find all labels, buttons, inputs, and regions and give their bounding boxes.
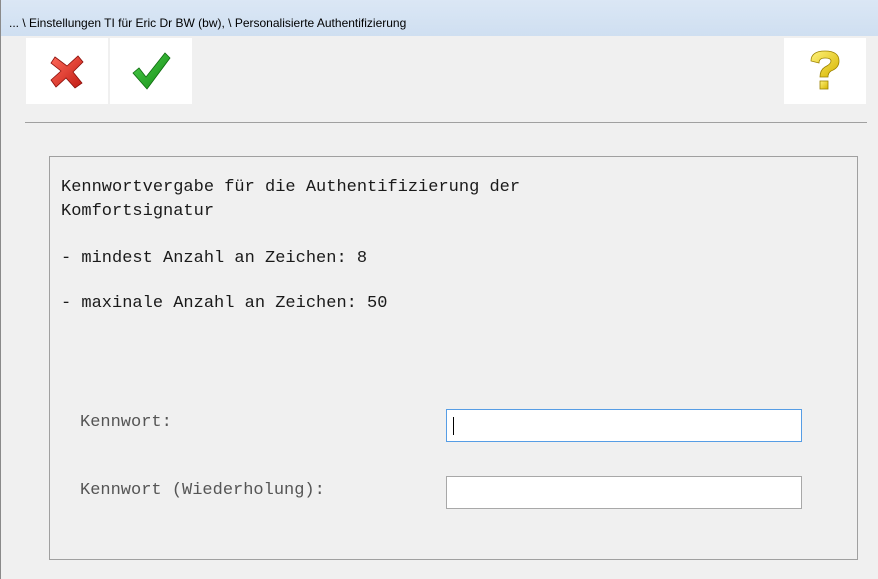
cancel-button[interactable] (26, 38, 108, 104)
title-bar: ... \ Einstellungen TI für Eric Dr BW (b… (1, 0, 878, 36)
dialog-window: ... \ Einstellungen TI für Eric Dr BW (b… (0, 0, 878, 579)
password-repeat-field[interactable] (446, 476, 802, 509)
info-text-line2: Komfortsignatur (61, 202, 215, 221)
close-x-icon (47, 51, 87, 91)
authentication-panel: Kennwortvergabe für die Authentifizierun… (49, 156, 858, 560)
help-button[interactable] (784, 38, 866, 104)
password-repeat-label: Kennwort (Wiederholung): (80, 481, 325, 500)
min-chars-text: - mindest Anzahl an Zeichen: 8 (61, 249, 368, 268)
info-text-line1: Kennwortvergabe für die Authentifizierun… (61, 178, 521, 197)
confirm-button[interactable] (110, 38, 192, 104)
text-caret (453, 417, 454, 435)
toolbar-separator (25, 122, 867, 123)
password-field[interactable] (446, 409, 802, 442)
window-title: ... \ Einstellungen TI für Eric Dr BW (b… (9, 16, 407, 30)
checkmark-icon (129, 49, 173, 93)
question-mark-icon (807, 49, 843, 93)
password-label: Kennwort: (80, 413, 172, 432)
max-chars-text: - maxinale Anzahl an Zeichen: 50 (61, 294, 388, 313)
